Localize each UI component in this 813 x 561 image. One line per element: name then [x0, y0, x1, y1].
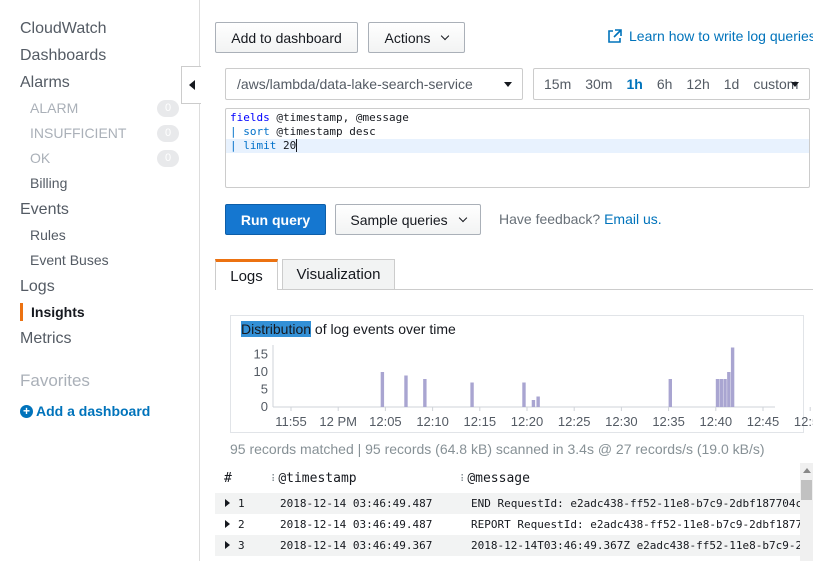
expand-row-icon[interactable] — [225, 541, 230, 549]
nav-cloudwatch[interactable]: CloudWatch — [20, 20, 107, 38]
log-group-select[interactable]: /aws/lambda/data-lake-search-service — [225, 68, 523, 100]
results-scrollbar[interactable] — [800, 463, 813, 561]
column-header-message[interactable]: ⠇@message — [460, 471, 530, 486]
learn-queries-link[interactable]: Learn how to write log queries — [607, 28, 813, 44]
nav-alarm-ok[interactable]: OK — [30, 150, 50, 166]
nav-alarm-insufficient[interactable]: INSUFFICIENT — [30, 125, 126, 141]
scroll-up-icon[interactable] — [803, 468, 811, 473]
add-to-dashboard-button[interactable]: Add to dashboard — [215, 22, 358, 53]
scroll-thumb[interactable] — [801, 480, 812, 500]
time-option-1d[interactable]: 1d — [724, 76, 740, 92]
nav-insights[interactable]: Insights — [20, 303, 85, 321]
ok-count-badge: 0 — [157, 150, 179, 167]
time-option-1h[interactable]: 1h — [626, 76, 642, 92]
nav-event-buses[interactable]: Event Buses — [30, 252, 109, 268]
tab-logs[interactable]: Logs — [215, 259, 278, 290]
feedback-text: Have feedback? Email us. — [499, 211, 662, 227]
nav-billing[interactable]: Billing — [30, 175, 67, 191]
query-line: | sort @timestamp desc — [230, 125, 376, 138]
nav-logs[interactable]: Logs — [20, 278, 55, 296]
add-dashboard-label: Add a dashboard — [36, 403, 151, 419]
collapse-sidebar-button[interactable] — [181, 66, 201, 104]
nav-alarm-alarm[interactable]: ALARM — [30, 100, 78, 116]
table-row[interactable]: 3 2018-12-14 03:46:49.367 2018-12-14T03:… — [215, 535, 800, 556]
tab-visualization[interactable]: Visualization — [282, 259, 395, 289]
query-line-current: | limit 20 — [226, 139, 809, 153]
sidebar: CloudWatch Dashboards Alarms ALARM 0 INS… — [0, 0, 200, 561]
email-us-link[interactable]: Email us. — [604, 211, 662, 227]
nav-alarms[interactable]: Alarms — [20, 74, 70, 92]
results-table: # ⠇@timestamp ⠇@message 1 2018-12-14 03:… — [215, 463, 813, 561]
table-row[interactable]: 1 2018-12-14 03:46:49.487 END RequestId:… — [215, 493, 800, 514]
table-row[interactable]: 2 2018-12-14 03:46:49.487 REPORT Request… — [215, 514, 800, 535]
query-editor[interactable]: fields @timestamp, @message | sort @time… — [225, 108, 810, 188]
actions-button[interactable]: Actions — [368, 22, 465, 53]
time-option-30m[interactable]: 30m — [585, 76, 612, 92]
nav-rules[interactable]: Rules — [30, 227, 66, 243]
chevron-down-icon — [441, 31, 450, 40]
sample-queries-label: Sample queries — [350, 211, 448, 228]
time-option-6h[interactable]: 6h — [657, 76, 673, 92]
expand-row-icon[interactable] — [225, 499, 230, 507]
tab-divider — [215, 289, 813, 290]
insufficient-count-badge: 0 — [157, 125, 179, 142]
actions-label: Actions — [384, 29, 431, 46]
chart-title: Distribution of log events over time — [241, 321, 456, 337]
add-to-dashboard-label: Add to dashboard — [231, 29, 342, 46]
nav-dashboards[interactable]: Dashboards — [20, 47, 106, 65]
learn-queries-label: Learn how to write log queries — [629, 28, 813, 44]
external-link-icon — [608, 28, 622, 43]
chevron-down-icon — [458, 213, 467, 222]
caret-down-icon[interactable] — [791, 82, 799, 87]
time-range-selector: 15m 30m 1h 6h 12h 1d custom — [533, 68, 810, 100]
favorites-heading: Favorites — [20, 371, 90, 390]
sample-queries-button[interactable]: Sample queries — [335, 204, 481, 235]
time-option-15m[interactable]: 15m — [544, 76, 571, 92]
add-dashboard-link[interactable]: + Add a dashboard — [20, 403, 150, 419]
text-cursor — [296, 139, 298, 152]
query-line: fields @timestamp, @message — [230, 111, 409, 124]
expand-row-icon[interactable] — [225, 520, 230, 528]
time-option-12h[interactable]: 12h — [686, 76, 709, 92]
run-query-label: Run query — [240, 211, 311, 228]
caret-down-icon — [504, 82, 512, 87]
log-group-value: /aws/lambda/data-lake-search-service — [237, 76, 473, 92]
alarm-count-badge: 0 — [157, 100, 179, 117]
column-header-index: # — [224, 471, 232, 486]
nav-metrics[interactable]: Metrics — [20, 330, 72, 348]
triangle-left-icon — [188, 80, 195, 90]
nav-events[interactable]: Events — [20, 201, 69, 219]
query-stats: 95 records matched | 95 records (64.8 kB… — [230, 441, 765, 457]
plus-circle-icon: + — [20, 404, 33, 418]
run-query-button[interactable]: Run query — [225, 204, 326, 235]
column-header-timestamp[interactable]: ⠇@timestamp — [271, 471, 357, 486]
